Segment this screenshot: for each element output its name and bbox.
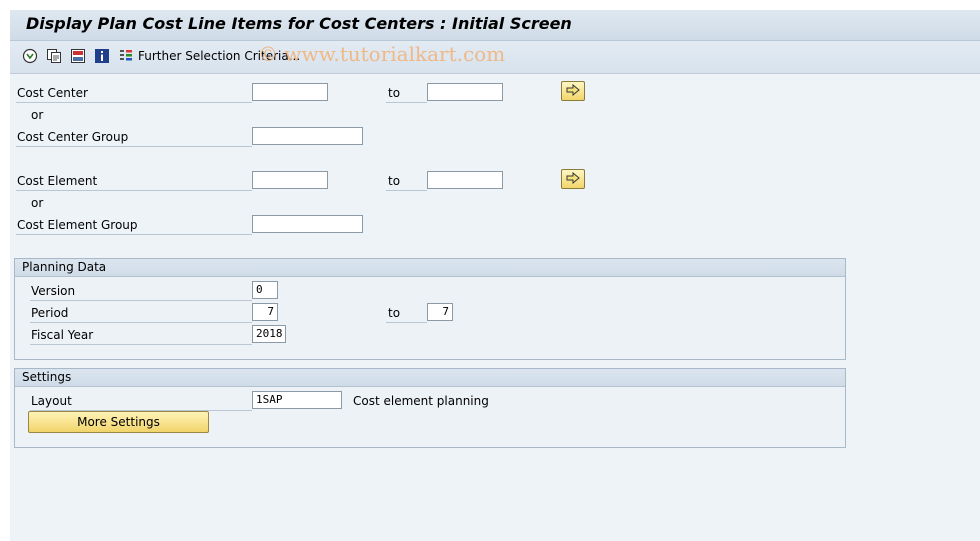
arrow-right-icon <box>566 83 580 99</box>
multiple-selection-button[interactable] <box>561 81 585 101</box>
cost-element-group-label: Cost Element Group <box>17 218 138 232</box>
page-title: Display Plan Cost Line Items for Cost Ce… <box>26 14 572 33</box>
version-label: Version <box>31 284 76 298</box>
fiscal-year-input[interactable]: 2018 <box>252 325 286 343</box>
version-input[interactable]: 0 <box>252 281 278 299</box>
title-bar: Display Plan Cost Line Items for Cost Ce… <box>10 10 980 41</box>
period-from-input[interactable]: 7 <box>252 303 278 321</box>
label-underline <box>30 322 252 323</box>
label-underline <box>30 344 252 345</box>
or-label: or <box>31 108 44 122</box>
layout-label: Layout <box>31 394 72 408</box>
more-settings-button[interactable]: More Settings <box>28 411 209 433</box>
label-underline <box>386 190 427 191</box>
cost-center-label: Cost Center <box>17 86 88 100</box>
layout-description: Cost element planning <box>353 394 489 408</box>
cost-element-label: Cost Element <box>17 174 98 188</box>
cost-center-group-input[interactable] <box>252 127 363 145</box>
arrow-right-icon <box>566 171 580 187</box>
further-selection-icon[interactable] <box>118 48 134 64</box>
label-underline <box>16 234 252 235</box>
label-underline <box>16 102 252 103</box>
label-underline <box>16 146 252 147</box>
info-icon[interactable] <box>94 48 110 64</box>
cost-center-group-label: Cost Center Group <box>17 130 129 144</box>
to-label: to <box>388 174 401 188</box>
group-title: Settings <box>22 370 72 384</box>
label-underline <box>386 322 427 323</box>
cost-element-group-input[interactable] <box>252 215 363 233</box>
label-underline <box>386 102 427 103</box>
multiple-selection-button[interactable] <box>561 169 585 189</box>
save-variant-icon[interactable] <box>70 48 86 64</box>
cost-center-to-input[interactable] <box>427 83 503 101</box>
application-toolbar: Further Selection Criteria... © www.tuto… <box>10 41 980 74</box>
fiscal-year-label: Fiscal Year <box>31 328 94 342</box>
group-header: Planning Data <box>15 259 845 277</box>
copy-variant-icon[interactable] <box>46 48 62 64</box>
label-underline <box>30 300 252 301</box>
to-label: to <box>388 86 401 100</box>
watermark: © www.tutorialkart.com <box>258 42 506 66</box>
label-underline <box>16 190 252 191</box>
execute-icon[interactable] <box>22 48 38 64</box>
to-label: to <box>388 306 401 320</box>
period-to-input[interactable]: 7 <box>427 303 453 321</box>
group-title: Planning Data <box>22 260 107 274</box>
cost-center-from-input[interactable] <box>252 83 328 101</box>
group-header: Settings <box>15 369 845 387</box>
cost-element-to-input[interactable] <box>427 171 503 189</box>
cost-element-from-input[interactable] <box>252 171 328 189</box>
period-label: Period <box>31 306 69 320</box>
layout-input[interactable]: 1SAP <box>252 391 342 409</box>
or-label: or <box>31 196 44 210</box>
